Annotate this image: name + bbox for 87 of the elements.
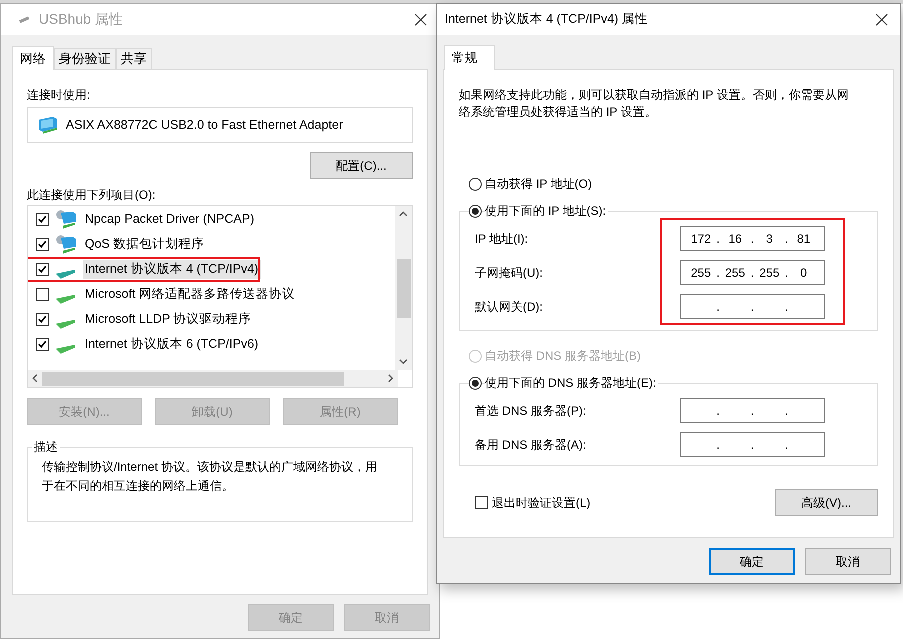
scroll-right-icon[interactable]: [388, 374, 394, 383]
list-item-label[interactable]: Npcap Packet Driver (NPCAP): [83, 210, 256, 229]
dot-separator: .: [716, 436, 721, 454]
group-label: 描述: [33, 439, 59, 456]
list-item-label[interactable]: QoS 数据包计划程序: [83, 235, 206, 254]
window-title: Internet 协议版本 4 (TCP/IPv4) 属性: [445, 11, 650, 28]
intro-text: 如果网络支持此功能，则可以获取自动指派的 IP 设置。否则，你需要从网络系统管理员处获得适当的 IP 设置。: [459, 87, 850, 121]
dialog-button[interactable]: 取消: [805, 548, 891, 575]
radio-button[interactable]: [469, 178, 482, 190]
dot-separator: .: [784, 230, 790, 248]
scrollbar-thumb[interactable]: [396, 258, 410, 318]
checkbox[interactable]: [475, 496, 488, 509]
radio-label[interactable]: 使用下面的 DNS 服务器地址(E):: [485, 374, 658, 392]
checkbox[interactable]: [36, 313, 49, 326]
protocol-icon: [55, 292, 77, 304]
dot-separator: .: [750, 298, 756, 316]
ip-address-field[interactable]: 255 . 255 . 255 . 0: [680, 260, 825, 285]
field-label: 备用 DNS 服务器(A):: [475, 436, 586, 454]
dot-separator: .: [784, 298, 790, 316]
scrollbar-thumb[interactable]: [42, 372, 344, 386]
dot-separator: .: [750, 436, 756, 454]
scroll-up-icon[interactable]: [399, 211, 408, 217]
radio-label[interactable]: 自动获得 IP 地址(O): [485, 175, 594, 193]
tab[interactable]: 身份验证: [54, 48, 116, 69]
checkbox[interactable]: [36, 338, 49, 351]
close-icon[interactable]: [876, 14, 888, 26]
dot-separator: .: [716, 230, 721, 248]
dialog-button[interactable]: 配置(C)...: [310, 152, 413, 179]
tab[interactable]: 常规: [444, 45, 495, 70]
field-label: 默认网关(D):: [475, 298, 543, 316]
close-icon[interactable]: [415, 14, 427, 26]
scroll-down-icon[interactable]: [399, 359, 408, 365]
network-service-icon: [55, 208, 77, 230]
ip-address-field[interactable]: . . .: [680, 398, 825, 423]
ip-address-field[interactable]: . . .: [680, 432, 825, 457]
dot-separator: .: [784, 264, 790, 282]
octet-text: 0: [800, 264, 808, 282]
protocol-icon: [55, 318, 77, 330]
protocol-icon: [55, 268, 77, 280]
checkbox-label[interactable]: 退出时验证设置(L): [492, 494, 591, 512]
octet-text: 172: [690, 230, 712, 248]
protocol-icon: [55, 342, 77, 354]
scroll-left-icon[interactable]: [32, 374, 38, 383]
dot-separator: .: [784, 436, 790, 454]
checkbox[interactable]: [36, 288, 49, 301]
octet-text: 16: [728, 230, 744, 248]
dot-separator: .: [750, 264, 756, 282]
list-item-label[interactable]: Microsoft 网络适配器多路传送器协议: [83, 285, 298, 304]
dialog-button[interactable]: 确定: [709, 548, 795, 575]
octet-text: 3: [765, 230, 774, 248]
tab[interactable]: 共享: [116, 48, 152, 69]
adapter-name: ASIX AX88772C USB2.0 to Fast Ethernet Adapter: [66, 116, 344, 134]
octet-text: 81: [796, 230, 812, 248]
field-label: 此连接使用下列项目(O):: [27, 187, 157, 202]
field-label: 连接时使用:: [27, 87, 92, 102]
horizontal-scrollbar[interactable]: [28, 370, 398, 387]
dot-separator: .: [750, 230, 756, 248]
dot-separator: .: [716, 402, 721, 420]
field-label: IP 地址(I):: [475, 230, 528, 248]
field-label: 首选 DNS 服务器(P):: [475, 402, 586, 420]
list-item-label[interactable]: Internet 协议版本 6 (TCP/IPv6): [83, 335, 261, 354]
dot-separator: .: [716, 264, 721, 282]
checkbox[interactable]: [36, 238, 49, 251]
radio-button[interactable]: [469, 204, 482, 218]
dot-separator: .: [784, 402, 790, 420]
vertical-scrollbar[interactable]: [395, 206, 412, 370]
ip-address-field[interactable]: 172 . 16 . 3 . 81: [680, 226, 825, 251]
dot-separator: .: [716, 298, 721, 316]
dialog-button[interactable]: 高级(V)...: [775, 489, 878, 516]
radio-button[interactable]: [469, 376, 482, 390]
field-label: 子网掩码(U):: [475, 264, 543, 282]
checkbox[interactable]: [36, 263, 49, 276]
octet-text: 255: [758, 264, 781, 282]
window-title: USBhub 属性: [39, 10, 124, 29]
network-service-icon: [55, 234, 77, 256]
description-text: 传输控制协议/Internet 协议。该协议是默认的广域网络协议，用于在不同的相互连接的网络上通信。: [42, 459, 378, 495]
tab[interactable]: 网络: [12, 46, 54, 70]
octet-text: 255: [724, 264, 746, 282]
ip-address-field[interactable]: . . .: [680, 294, 825, 319]
dot-separator: .: [750, 402, 756, 420]
network-adapter-icon: [38, 116, 58, 134]
checkbox[interactable]: [36, 213, 49, 226]
list-item-label[interactable]: Internet 协议版本 4 (TCP/IPv4): [83, 260, 261, 279]
network-cable-icon: [19, 16, 31, 24]
radio-label[interactable]: 使用下面的 IP 地址(S):: [485, 202, 608, 220]
list-item-label[interactable]: Microsoft LLDP 协议驱动程序: [83, 310, 254, 329]
octet-text: 255: [690, 264, 712, 282]
